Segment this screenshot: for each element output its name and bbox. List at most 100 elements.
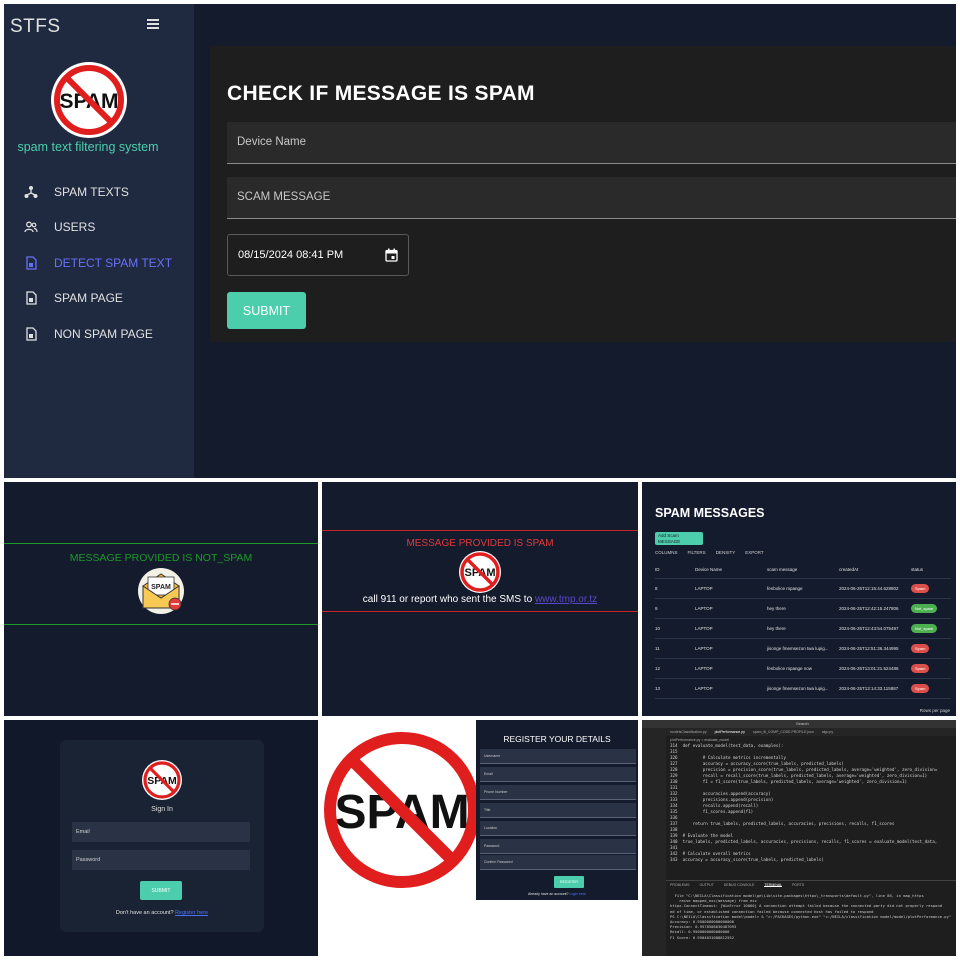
cell-device: LAPTOP xyxy=(695,578,767,599)
cell-message: hey there xyxy=(767,618,839,639)
terminal-tab[interactable]: PORTS xyxy=(792,883,804,887)
spam-logo: SPAM xyxy=(459,551,501,593)
editor-tab[interactable]: spam_fil_COMP_CODE.PROFILE.json xyxy=(753,730,814,734)
login-link[interactable]: Login here xyxy=(569,892,586,896)
sidebar-item-spam-texts[interactable]: SPAM TEXTS xyxy=(24,185,129,199)
users-icon xyxy=(24,221,38,233)
table-header-row: ID Device Name scam message createdAt st… xyxy=(655,562,951,579)
cell-id: 13 xyxy=(655,678,695,699)
cell-message: jisonge fmemsezon twa lupig... xyxy=(767,638,839,659)
export-button[interactable]: EXPORT xyxy=(745,550,763,555)
document-icon xyxy=(26,256,37,270)
sidebar-item-users[interactable]: USERS xyxy=(24,220,95,234)
table-row[interactable]: 11 LAPTOP jisonge fmemsezon twa lupig...… xyxy=(655,638,951,659)
report-link[interactable]: www.tmp.or.tz xyxy=(535,594,597,605)
column-header[interactable]: createdAt xyxy=(839,562,911,579)
sidebar-item-label: SPAM PAGE xyxy=(54,291,123,305)
calendar-icon[interactable] xyxy=(385,248,398,262)
cell-created: 2024-06-25T12:43:54.075497 xyxy=(839,618,911,639)
table-row[interactable]: 13 LAPTOP jisonge fmemsezon twa lupig...… xyxy=(655,678,951,699)
no-account-text: Don't have an account? xyxy=(115,910,174,916)
page-title: CHECK IF MESSAGE IS SPAM xyxy=(227,82,535,105)
command-search[interactable]: Search xyxy=(796,721,809,726)
cell-device: LAPTOP xyxy=(695,638,767,659)
envelope-text: SPAM xyxy=(151,584,171,591)
scam-message-input[interactable]: SCAM MESSAGE xyxy=(227,177,956,219)
confirm-password-field[interactable]: Confirm Password xyxy=(480,855,636,870)
call-text: call 911 or report who sent the SMS to xyxy=(362,594,533,605)
register-panel: REGISTER YOUR DETAILS Username Email Pho… xyxy=(476,720,638,900)
density-button[interactable]: DENSITY xyxy=(716,550,736,555)
rows-per-page[interactable]: Rows per page xyxy=(920,708,950,713)
password-field[interactable]: Password xyxy=(480,839,636,854)
signin-card: SPAM Sign In Email Password SUBMIT Don't… xyxy=(60,740,264,932)
terminal-tab[interactable]: OUTPUT xyxy=(699,883,713,887)
big-spam-logo-panel: SPAM xyxy=(322,720,476,900)
sidebar-item-detect-spam-text[interactable]: DETECT SPAM TEXT xyxy=(24,256,172,270)
editor-tabs: modelsClassification.py plotPerformance.… xyxy=(666,728,956,736)
register-link[interactable]: Register here xyxy=(175,910,208,916)
code-content[interactable]: 314 def evaluate_model(test_data, exampl… xyxy=(670,743,937,863)
envelope-spam-icon: SPAM xyxy=(138,568,184,614)
status-badge: Spam xyxy=(911,583,930,593)
phone-field[interactable]: Phone Number xyxy=(480,785,636,800)
menu-icon[interactable] xyxy=(147,19,159,29)
column-header[interactable]: status xyxy=(911,562,951,579)
title-field[interactable]: Title xyxy=(480,803,636,818)
email-field[interactable]: Email xyxy=(480,767,636,782)
signin-title: Sign In xyxy=(151,806,173,813)
username-field[interactable]: Username xyxy=(480,749,636,764)
submit-button[interactable]: SUBMIT xyxy=(227,292,306,329)
tagline: spam text filtering system xyxy=(17,140,159,154)
sidebar-item-label: NON SPAM PAGE xyxy=(54,327,153,341)
table-toolbar: COLUMNS FILTERS DENSITY EXPORT xyxy=(655,550,764,555)
table-row[interactable]: 8 LAPTOP fenbolice mpange 2024-06-25T12:… xyxy=(655,578,951,599)
column-header[interactable]: scam message xyxy=(767,562,839,579)
table-row[interactable]: 9 LAPTOP hey there 2024-06-25T12:42:15.2… xyxy=(655,598,951,619)
register-prompt: Don't have an account? Register here xyxy=(60,910,264,916)
editor-tab[interactable]: modelsClassification.py xyxy=(670,730,707,734)
register-button[interactable]: REGISTER xyxy=(554,876,584,888)
cell-created: 2024-06-25T12:15:44.628802 xyxy=(839,578,911,599)
editor-tab[interactable]: algo.py xyxy=(822,730,833,734)
table-row[interactable]: 10 LAPTOP hey there 2024-06-25T12:43:54.… xyxy=(655,618,951,639)
password-field[interactable]: Password xyxy=(72,850,250,870)
sidebar-item-spam-page[interactable]: SPAM PAGE xyxy=(24,291,123,305)
terminal-tab[interactable]: DEBUG CONSOLE xyxy=(724,883,755,887)
column-header[interactable]: ID xyxy=(655,562,695,579)
add-scam-message-button[interactable]: Add Scam MESSAGE xyxy=(655,532,703,545)
datetime-input[interactable]: 08/15/2024 08:41 PM xyxy=(227,234,409,276)
sidebar-item-non-spam-page[interactable]: NON SPAM PAGE xyxy=(24,327,153,341)
cell-device: LAPTOP xyxy=(695,618,767,639)
terminal-tab[interactable]: TERMINAL xyxy=(764,883,783,887)
report-instructions: call 911 or report who sent the SMS to w… xyxy=(322,594,638,605)
spam-logo: SPAM xyxy=(49,60,129,145)
editor-tab[interactable]: plotPerformance.py xyxy=(715,730,745,734)
column-header[interactable]: Device Name xyxy=(695,562,767,579)
cell-created: 2024-06-25T12:42:15.247806 xyxy=(839,598,911,619)
spam-result-panel: MESSAGE PROVIDED IS SPAM SPAM call 911 o… xyxy=(322,482,638,716)
filters-button[interactable]: FILTERS xyxy=(688,550,706,555)
activity-bar xyxy=(642,728,666,956)
table-title: SPAM MESSAGES xyxy=(655,506,765,520)
signin-submit-button[interactable]: SUBMIT xyxy=(140,881,182,900)
spam-table: ID Device Name scam message createdAt st… xyxy=(655,562,951,699)
terminal-tab[interactable]: PROBLEMS xyxy=(670,883,689,887)
cell-id: 10 xyxy=(655,618,695,639)
cell-message: hey there xyxy=(767,598,839,619)
status-badge: Spam xyxy=(911,683,930,693)
cell-id: 11 xyxy=(655,638,695,659)
sidebar: STFS SPAM spam text filtering system SPA… xyxy=(4,4,194,478)
table-row[interactable]: 12 LAPTOP fenbolice mpange now 2024-06-2… xyxy=(655,658,951,679)
cell-message: fenbolice mpange now xyxy=(767,658,839,679)
cell-device: LAPTOP xyxy=(695,598,767,619)
terminal-output[interactable]: File "C:\NEILA\Classification model\ge\L… xyxy=(670,893,951,940)
status-badge: Spam xyxy=(911,643,930,653)
device-name-input[interactable]: Device Name xyxy=(227,122,956,164)
cell-device: LAPTOP xyxy=(695,658,767,679)
location-field[interactable]: Location xyxy=(480,821,636,836)
email-field[interactable]: Email xyxy=(72,822,250,842)
columns-button[interactable]: COLUMNS xyxy=(655,550,678,555)
cell-created: 2024-06-25T13:01:21.524486 xyxy=(839,658,911,679)
cell-device: LAPTOP xyxy=(695,678,767,699)
